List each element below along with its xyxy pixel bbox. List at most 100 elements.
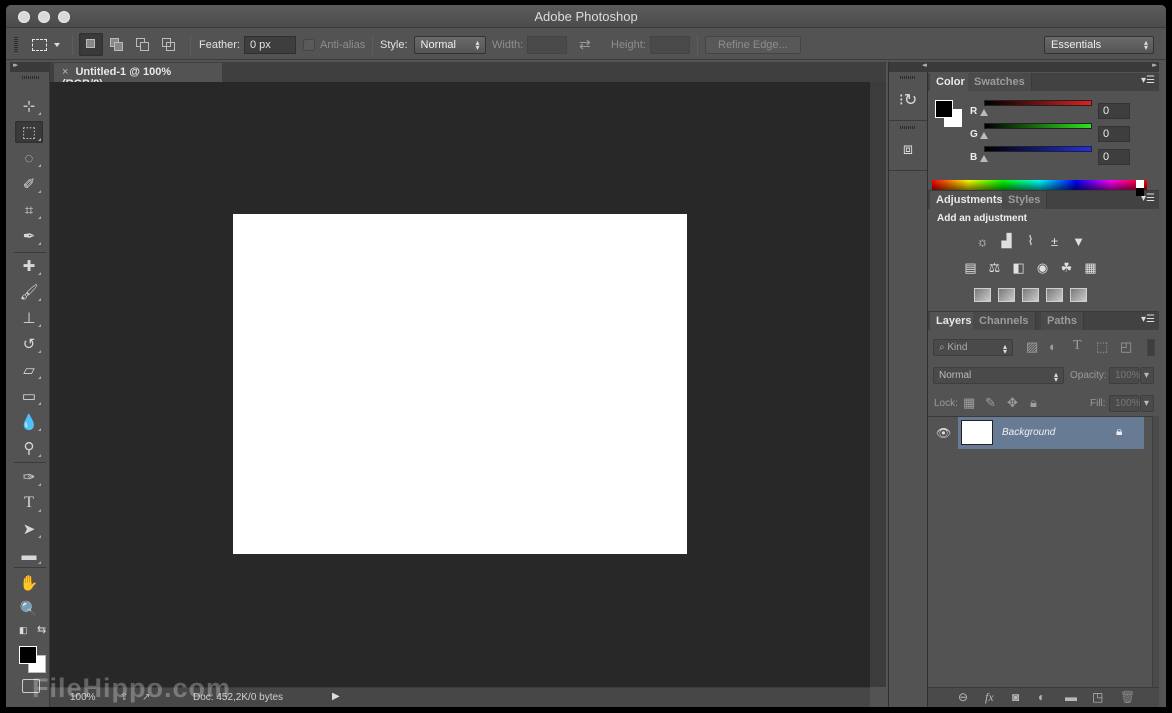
filter-pixel-layers-icon[interactable]: ▨ [1026, 339, 1038, 355]
eyedropper-tool[interactable]: ✒ [15, 225, 43, 247]
height-input[interactable] [649, 35, 690, 54]
link-layers-icon[interactable]: ⊖ [958, 690, 968, 704]
lock-image-pixels-icon[interactable]: ✎ [985, 395, 996, 411]
zoom-tool[interactable]: 🔍 [15, 598, 43, 620]
foreground-color-swatch[interactable] [19, 646, 37, 664]
tab-layers[interactable]: Layers [930, 312, 979, 330]
vertical-scrollbar[interactable] [870, 82, 886, 687]
black-white-icon[interactable]: ◧ [1010, 260, 1027, 275]
filter-adjustment-layers-icon[interactable]: ◐ [1049, 339, 1057, 354]
clone-stamp-tool[interactable]: ⊥ [15, 307, 43, 329]
options-bar-grip[interactable] [14, 37, 18, 53]
exposure-icon[interactable]: ± [1046, 234, 1063, 249]
layer-name[interactable]: Background [1002, 427, 1055, 438]
hand-tool[interactable]: ✋ [15, 572, 43, 594]
crop-tool[interactable]: ⌗ [15, 199, 43, 221]
lasso-tool[interactable]: ◌ [15, 147, 43, 169]
posterize-icon[interactable] [998, 288, 1015, 302]
red-slider-thumb[interactable] [980, 109, 988, 116]
new-group-folder-icon[interactable]: ▬ [1065, 690, 1077, 704]
opacity-dropdown-button[interactable]: ▾ [1140, 367, 1154, 384]
filter-shape-layers-icon[interactable]: ⬚ [1096, 339, 1108, 355]
document-tab[interactable]: ×Untitled-1 @ 100% (RGB/8) [54, 63, 222, 90]
pen-tool[interactable]: ✑ [15, 466, 43, 488]
panel-menu-icon[interactable]: ▾☰ [1141, 75, 1155, 86]
panel-dock-header[interactable]: ▸▸ [928, 62, 1159, 72]
style-select[interactable]: Normal ▴ ▾ [413, 35, 486, 54]
history-panel-button[interactable]: ⁝↻ [889, 72, 927, 121]
lock-all-icon[interactable]: 🔒︎ [1030, 395, 1037, 411]
gradient-map-icon[interactable] [1070, 288, 1087, 302]
path-selection-tool[interactable]: ➤ [15, 518, 43, 540]
layer-lock-icon[interactable]: 🔒︎ [1116, 424, 1122, 439]
blue-slider[interactable] [984, 146, 1092, 152]
fill-dropdown-button[interactable]: ▾ [1140, 395, 1154, 412]
new-selection-button[interactable] [79, 33, 103, 56]
tab-swatches[interactable]: Swatches [968, 73, 1032, 91]
intersect-selection-button[interactable] [157, 33, 181, 56]
vibrance-icon[interactable]: ▼ [1070, 234, 1087, 249]
toolbox-header[interactable]: ▸▸ [10, 62, 50, 72]
blend-mode-select[interactable]: Normal ▴ ▾ [933, 367, 1064, 384]
filter-type-layers-icon[interactable]: T [1073, 338, 1082, 354]
eraser-tool[interactable]: ▱ [15, 359, 43, 381]
color-balance-icon[interactable]: ⚖ [986, 260, 1003, 275]
subtract-from-selection-button[interactable] [131, 33, 155, 56]
add-layer-mask-icon[interactable]: ◙ [1012, 690, 1019, 704]
blur-tool[interactable]: 💧 [15, 411, 43, 433]
channel-mixer-icon[interactable]: ☘ [1058, 260, 1075, 275]
green-value[interactable]: 0 [1098, 126, 1130, 142]
dodge-tool[interactable]: ⚲ [15, 437, 43, 459]
canvas-area[interactable] [50, 82, 870, 687]
red-slider[interactable] [984, 100, 1092, 106]
black-white-ramp[interactable] [1136, 180, 1144, 196]
panel-menu-icon[interactable]: ▾☰ [1141, 314, 1155, 325]
levels-icon[interactable]: ▟ [998, 233, 1015, 248]
anti-alias-checkbox[interactable] [303, 38, 315, 51]
tab-styles[interactable]: Styles [1002, 191, 1048, 209]
feather-input[interactable]: 0 px [243, 35, 296, 54]
layer-style-fx-icon[interactable]: fx [985, 690, 994, 705]
document-canvas[interactable] [233, 214, 687, 554]
photo-filter-icon[interactable]: ◉ [1034, 260, 1051, 275]
lock-transparent-pixels-icon[interactable]: ▦ [963, 395, 975, 411]
default-colors-icon[interactable]: ◧ [19, 625, 28, 636]
refine-edge-button[interactable]: Refine Edge... [705, 35, 801, 54]
spot-healing-brush-tool[interactable]: ✚ [15, 255, 43, 277]
properties-panel-button[interactable]: ⧈ [889, 122, 927, 171]
toolbox-grip[interactable] [22, 76, 40, 79]
red-value[interactable]: 0 [1098, 103, 1130, 119]
lock-position-icon[interactable]: ✥ [1007, 395, 1018, 411]
tool-preset-picker[interactable] [32, 29, 60, 60]
foreground-color-swatch[interactable] [935, 100, 953, 118]
workspace-select[interactable]: Essentials ▴ ▾ [1044, 35, 1154, 54]
fill-input[interactable]: 100% [1109, 395, 1141, 412]
gradient-tool[interactable]: ▭ [15, 385, 43, 407]
curves-icon[interactable]: ⌇ [1022, 233, 1039, 248]
type-tool[interactable]: T [15, 492, 43, 514]
selective-color-icon[interactable] [1046, 288, 1063, 302]
swap-colors-icon[interactable]: ⇆ [37, 623, 46, 636]
status-menu-arrow-icon[interactable]: ▶ [332, 691, 340, 702]
add-to-selection-button[interactable] [105, 33, 129, 56]
green-slider[interactable] [984, 123, 1092, 129]
layers-scrollbar[interactable] [1152, 416, 1159, 688]
tab-color[interactable]: Color [930, 73, 972, 91]
opacity-input[interactable]: 100% [1109, 367, 1141, 384]
quick-selection-tool[interactable]: ✐ [15, 173, 43, 195]
invert-icon[interactable] [974, 288, 991, 302]
rectangle-tool[interactable]: ▬ [15, 544, 43, 566]
blue-slider-thumb[interactable] [980, 155, 988, 162]
tab-channels[interactable]: Channels [973, 312, 1036, 330]
tab-adjustments[interactable]: Adjustments [930, 191, 1010, 209]
dock-header[interactable]: ◂◂ [889, 62, 929, 72]
rectangular-marquee-tool[interactable]: ⬚ [15, 121, 43, 143]
history-brush-tool[interactable]: ↺ [15, 333, 43, 355]
green-slider-thumb[interactable] [980, 132, 988, 139]
new-layer-icon[interactable]: ◳ [1092, 690, 1103, 704]
blue-value[interactable]: 0 [1098, 149, 1130, 165]
swap-width-height-icon[interactable]: ⇄ [579, 29, 591, 60]
layer-filter-select[interactable]: ⌕ Kind ▴ ▾ [933, 339, 1013, 356]
move-tool[interactable]: ⊹ [15, 95, 43, 117]
tab-paths[interactable]: Paths [1041, 312, 1084, 330]
